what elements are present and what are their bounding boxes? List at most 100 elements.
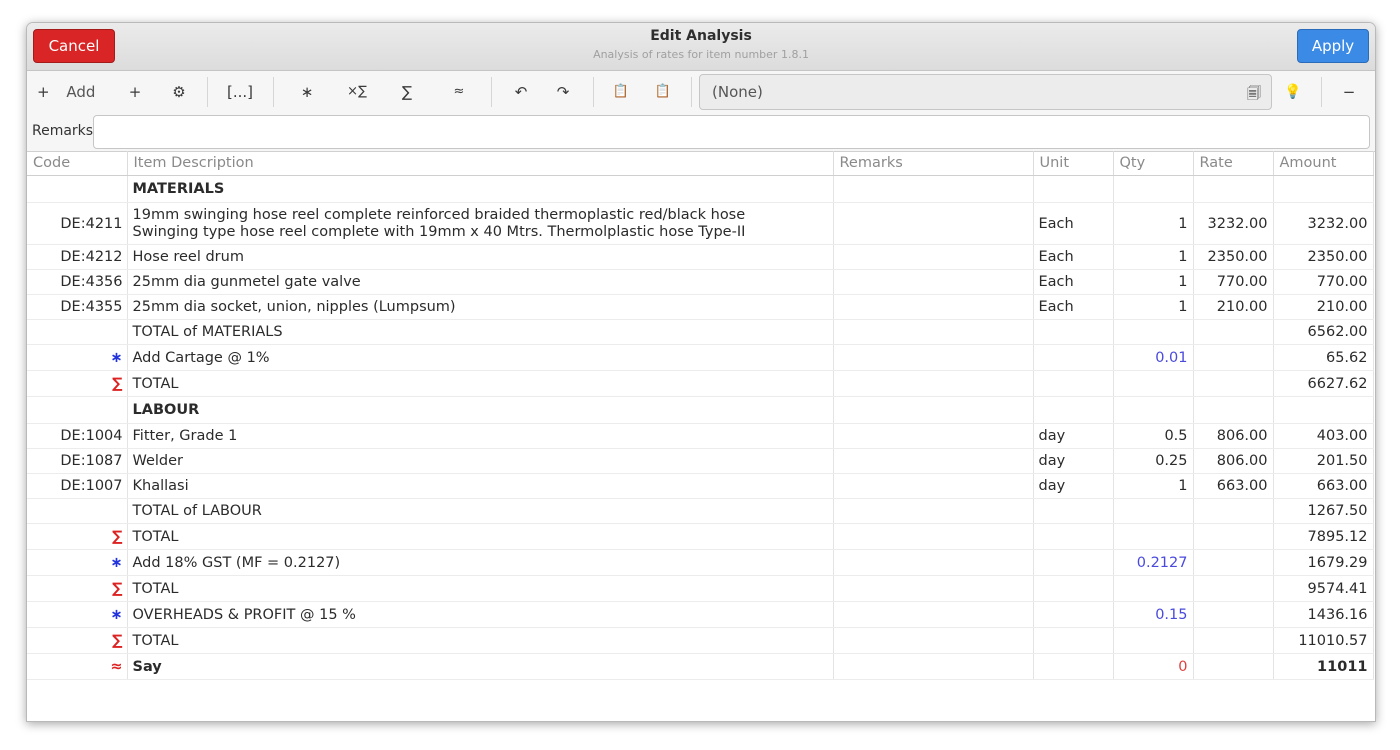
cell-unit[interactable] [1033,523,1114,550]
cell-qty[interactable]: 0 [1113,653,1194,680]
cell-qty[interactable] [1113,319,1194,345]
cell-remarks[interactable] [833,423,1034,449]
settings-icon[interactable]: ⚙ [167,79,191,105]
cell-remarks[interactable] [833,498,1034,524]
cell-code[interactable] [27,319,128,345]
round-icon[interactable]: ≈ [447,79,471,105]
cell-qty[interactable]: 1 [1113,244,1194,270]
table-row[interactable]: TOTAL of MATERIALS 6562.00 [27,319,1374,345]
apply-button[interactable]: Apply [1297,29,1369,63]
cell-description[interactable]: Say [127,653,834,680]
cell-unit[interactable]: Each [1033,294,1114,320]
cell-remarks[interactable] [833,319,1034,345]
cell-unit[interactable] [1033,627,1114,654]
table-row[interactable]: DE:4212 Hose reel drum Each 1 2350.00 2350.00 [27,244,1374,270]
column-header-rate[interactable]: Rate [1193,151,1274,176]
cell-rate[interactable] [1193,627,1274,654]
cell-description[interactable]: TOTAL [127,575,834,602]
remarks-input[interactable] [93,115,1370,149]
cell-qty[interactable] [1113,175,1194,203]
table-row[interactable]: TOTAL of LABOUR 1267.50 [27,498,1374,524]
cell-qty[interactable]: 1 [1113,294,1194,320]
cell-code[interactable]: ∑ [27,627,128,654]
cell-qty[interactable] [1113,396,1194,424]
cell-unit[interactable] [1033,319,1114,345]
table-row[interactable]: ∗ Add 18% GST (MF = 0.2127) 0.2127 1679.29 [27,549,1374,576]
brackets-icon[interactable]: [...] [223,79,257,105]
cell-unit[interactable] [1033,549,1114,576]
cell-remarks[interactable] [833,370,1034,397]
cell-unit[interactable] [1033,370,1114,397]
cell-unit[interactable] [1033,175,1114,203]
cell-description[interactable]: Khallasi [127,473,834,499]
cell-rate[interactable] [1193,319,1274,345]
cell-unit[interactable] [1033,344,1114,371]
table-row[interactable]: DE:1087 Welder day 0.25 806.00 201.50 [27,448,1374,474]
cell-qty[interactable]: 0.2127 [1113,549,1194,576]
cell-rate[interactable] [1193,523,1274,550]
column-header-unit[interactable]: Unit [1033,151,1114,176]
cell-description[interactable]: TOTAL [127,627,834,654]
cell-code[interactable]: DE:4212 [27,244,128,270]
cell-unit[interactable]: Each [1033,269,1114,295]
cell-remarks[interactable] [833,202,1034,245]
cell-remarks[interactable] [833,575,1034,602]
table-row[interactable]: DE:1004 Fitter, Grade 1 day 0.5 806.00 403.00 [27,423,1374,449]
cell-unit[interactable]: Each [1033,244,1114,270]
cell-code[interactable]: DE:1007 [27,473,128,499]
cell-rate[interactable] [1193,575,1274,602]
cell-qty[interactable]: 0.15 [1113,601,1194,628]
table-row[interactable]: ∑ TOTAL 7895.12 [27,523,1374,550]
cell-qty[interactable] [1113,627,1194,654]
table-row[interactable]: DE:1007 Khallasi day 1 663.00 663.00 [27,473,1374,499]
table-row[interactable]: ∑ TOTAL 6627.62 [27,370,1374,397]
cell-description[interactable]: LABOUR [127,396,834,424]
cell-qty[interactable]: 0.01 [1113,344,1194,371]
cell-rate[interactable] [1193,498,1274,524]
table-row[interactable]: MATERIALS [27,175,1374,203]
add-button[interactable]: + Add [37,79,101,105]
browse-icon[interactable]: 🗐 [1247,83,1261,107]
cell-code[interactable]: ≈ [27,653,128,680]
cell-qty[interactable]: 0.5 [1113,423,1194,449]
table-row[interactable]: ∗ OVERHEADS & PROFIT @ 15 % 0.15 1436.16 [27,601,1374,628]
cell-rate[interactable] [1193,549,1274,576]
cell-description[interactable]: 25mm dia socket, union, nipples (Lumpsum… [127,294,834,320]
cell-qty[interactable]: 1 [1113,202,1194,245]
copy-icon[interactable]: 📋 [609,79,633,105]
cell-description[interactable]: TOTAL of MATERIALS [127,319,834,345]
cell-description[interactable]: OVERHEADS & PROFIT @ 15 % [127,601,834,628]
cell-rate[interactable]: 806.00 [1193,423,1274,449]
cell-description[interactable]: 19mm swinging hose reel complete reinfor… [127,202,834,245]
column-header-qty[interactable]: Qty [1113,151,1194,176]
cell-remarks[interactable] [833,269,1034,295]
cell-rate[interactable]: 663.00 [1193,473,1274,499]
cell-unit[interactable] [1033,601,1114,628]
cell-code[interactable]: DE:4211 [27,202,128,245]
schedule-combo[interactable]: (None) 🗐 [699,74,1272,110]
paste-icon[interactable]: 📋 [651,79,675,105]
column-header-remarks[interactable]: Remarks [833,151,1034,176]
cell-description[interactable]: Add Cartage @ 1% [127,344,834,371]
table-row[interactable]: DE:4355 25mm dia socket, union, nipples (… [27,294,1374,320]
cell-code[interactable] [27,498,128,524]
table-row[interactable]: ≈ Say 0 11011 [27,653,1374,680]
cell-remarks[interactable] [833,473,1034,499]
cell-unit[interactable]: Each [1033,202,1114,245]
table-row[interactable]: DE:4356 25mm dia gunmetel gate valve Each 1… [27,269,1374,295]
cell-remarks[interactable] [833,448,1034,474]
cell-code[interactable]: ∑ [27,370,128,397]
cell-remarks[interactable] [833,523,1034,550]
table-row[interactable]: LABOUR [27,396,1374,424]
cell-rate[interactable] [1193,653,1274,680]
cell-description[interactable]: TOTAL [127,370,834,397]
cell-rate[interactable] [1193,175,1274,203]
cell-rate[interactable]: 806.00 [1193,448,1274,474]
cell-qty[interactable]: 0.25 [1113,448,1194,474]
cell-code[interactable] [27,175,128,203]
cell-qty[interactable]: 1 [1113,269,1194,295]
cell-rate[interactable]: 3232.00 [1193,202,1274,245]
cell-code[interactable] [27,396,128,424]
cell-description[interactable]: Hose reel drum [127,244,834,270]
table-row[interactable]: DE:4211 19mm swinging hose reel complete … [27,202,1374,245]
